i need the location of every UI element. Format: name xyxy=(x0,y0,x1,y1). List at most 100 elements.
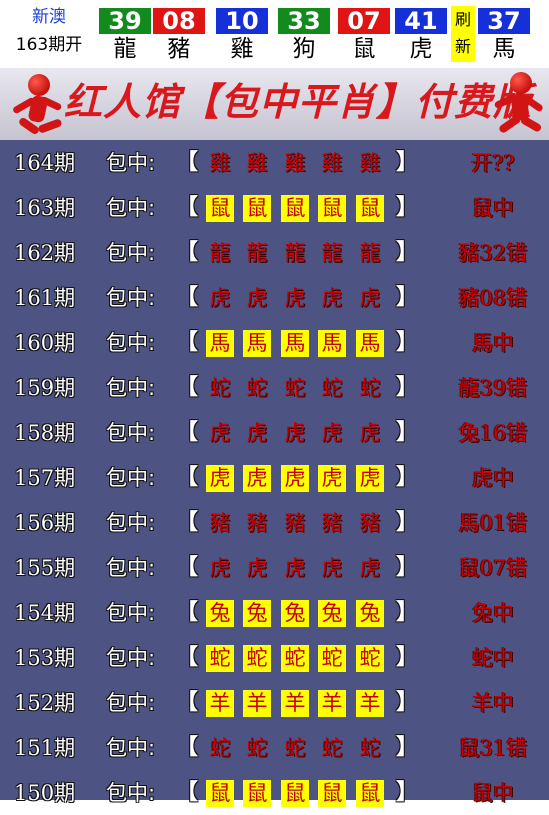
zodiac-pick: 虎 xyxy=(281,465,309,492)
prediction-row: 162期 包中: 【龍龍龍龍龍】豬32错 xyxy=(0,230,549,275)
zodiac-pick: 鼠 xyxy=(318,780,346,807)
prediction-row: 155期 包中: 【虎虎虎虎虎】鼠07错 xyxy=(0,545,549,590)
bracket-open: 【 xyxy=(176,690,199,715)
zodiac-pick: 蛇 xyxy=(321,736,343,760)
ball-number: 07 xyxy=(338,8,390,34)
zodiac-pick: 蛇 xyxy=(209,736,231,760)
zodiac-pick: 雞 xyxy=(359,151,381,175)
zodiac-pick: 蛇 xyxy=(359,376,381,400)
bao-zhong-label: 包中: xyxy=(106,376,156,400)
zodiac-pick: 兔 xyxy=(206,600,234,627)
prediction-row: 161期 包中: 【虎虎虎虎虎】豬08错 xyxy=(0,275,549,320)
period-label: 158期 xyxy=(14,421,76,445)
period-label: 154期 xyxy=(14,601,76,625)
ball-zodiac: 龍 xyxy=(113,36,137,62)
bracket-close: 】 xyxy=(396,195,419,220)
bao-zhong-label: 包中: xyxy=(106,691,156,715)
zodiac-pick: 兔 xyxy=(243,600,271,627)
prediction-row: 160期 包中: 【馬馬馬馬馬】馬中 xyxy=(0,320,549,365)
zodiac-pick: 豬 xyxy=(284,511,306,535)
zodiac-pick: 羊 xyxy=(356,690,384,717)
result-ball: 39 龍 xyxy=(99,8,151,64)
draw-period: 163期开 xyxy=(15,35,83,55)
zodiac-pick: 馬 xyxy=(356,330,384,357)
zodiac-pick: 鼠 xyxy=(243,195,271,222)
result-label: 开?? xyxy=(471,151,515,175)
ball-number: 39 xyxy=(99,8,151,34)
refresh-button[interactable]: 刷 新 xyxy=(451,6,475,62)
bracket-close: 】 xyxy=(396,150,419,175)
ball-zodiac: 豬 xyxy=(167,36,191,62)
zodiac-pick: 豬 xyxy=(209,511,231,535)
period-label: 164期 xyxy=(14,151,76,175)
result-label: 蛇中 xyxy=(472,646,514,670)
bao-zhong-label: 包中: xyxy=(106,781,156,805)
prediction-row: 158期 包中: 【虎虎虎虎虎】兔16错 xyxy=(0,410,549,455)
zodiac-pick: 龍 xyxy=(284,241,306,265)
zodiac-pick: 虎 xyxy=(359,421,381,445)
ball-zodiac: 虎 xyxy=(409,36,433,62)
zodiac-pick: 虎 xyxy=(359,286,381,310)
zodiac-pick: 豬 xyxy=(321,511,343,535)
zodiac-pick: 蛇 xyxy=(284,736,306,760)
bao-zhong-label: 包中: xyxy=(106,736,156,760)
zodiac-pick: 蛇 xyxy=(356,645,384,672)
bracket-open: 【 xyxy=(176,240,199,265)
zodiac-pick: 雞 xyxy=(321,151,343,175)
zodiac-pick: 蛇 xyxy=(209,376,231,400)
ball-number: 10 xyxy=(216,8,268,34)
zodiac-pick: 鼠 xyxy=(206,780,234,807)
zodiac-pick: 羊 xyxy=(281,690,309,717)
bao-zhong-label: 包中: xyxy=(106,601,156,625)
bao-zhong-label: 包中: xyxy=(106,421,156,445)
bracket-open: 【 xyxy=(176,195,199,220)
zodiac-pick: 虎 xyxy=(321,556,343,580)
bao-zhong-label: 包中: xyxy=(106,151,156,175)
bracket-open: 【 xyxy=(176,510,199,535)
refresh-label-bottom: 新 xyxy=(454,37,471,56)
zodiac-pick: 虎 xyxy=(243,465,271,492)
zodiac-pick: 龍 xyxy=(209,241,231,265)
result-label: 馬01错 xyxy=(458,511,528,535)
prediction-list: 164期 包中: 【雞雞雞雞雞】开?? 163期 包中: 【鼠鼠鼠鼠鼠】鼠中 162期 包中:… xyxy=(0,140,549,807)
bracket-open: 【 xyxy=(176,600,199,625)
zodiac-pick: 虎 xyxy=(246,286,268,310)
bracket-close: 】 xyxy=(396,240,419,265)
zodiac-pick: 鼠 xyxy=(356,195,384,222)
zodiac-pick: 雞 xyxy=(246,151,268,175)
prediction-row: 153期 包中: 【蛇蛇蛇蛇蛇】蛇中 xyxy=(0,635,549,680)
zodiac-pick: 蛇 xyxy=(243,645,271,672)
zodiac-pick: 羊 xyxy=(243,690,271,717)
bracket-open: 【 xyxy=(176,150,199,175)
zodiac-pick: 馬 xyxy=(318,330,346,357)
lottery-brand: 新澳 163期开 xyxy=(0,6,98,58)
refresh-label-top: 刷 xyxy=(454,10,471,29)
bracket-close: 】 xyxy=(396,600,419,625)
result-label: 豬32错 xyxy=(458,241,528,265)
bracket-open: 【 xyxy=(176,780,199,805)
zodiac-pick: 豬 xyxy=(359,511,381,535)
prediction-row: 164期 包中: 【雞雞雞雞雞】开?? xyxy=(0,140,549,185)
period-label: 161期 xyxy=(14,286,76,310)
bao-zhong-label: 包中: xyxy=(106,511,156,535)
period-label: 152期 xyxy=(14,691,76,715)
zodiac-pick: 雞 xyxy=(209,151,231,175)
result-label: 兔中 xyxy=(472,601,514,625)
result-ball: 08 豬 xyxy=(153,8,205,64)
result-label: 豬08错 xyxy=(458,286,528,310)
period-label: 160期 xyxy=(14,331,76,355)
bao-zhong-label: 包中: xyxy=(106,196,156,220)
zodiac-pick: 蛇 xyxy=(246,376,268,400)
result-label: 鼠31错 xyxy=(458,736,528,760)
zodiac-pick: 虎 xyxy=(209,556,231,580)
prediction-row: 157期 包中: 【虎虎虎虎虎】虎中 xyxy=(0,455,549,500)
zodiac-pick: 鼠 xyxy=(281,195,309,222)
result-ball: 37 馬 xyxy=(478,8,530,64)
bracket-close: 】 xyxy=(396,735,419,760)
zodiac-pick: 蛇 xyxy=(246,736,268,760)
zodiac-pick: 龍 xyxy=(321,241,343,265)
zodiac-pick: 虎 xyxy=(209,286,231,310)
zodiac-pick: 鼠 xyxy=(206,195,234,222)
prediction-row: 152期 包中: 【羊羊羊羊羊】羊中 xyxy=(0,680,549,725)
zodiac-pick: 羊 xyxy=(206,690,234,717)
